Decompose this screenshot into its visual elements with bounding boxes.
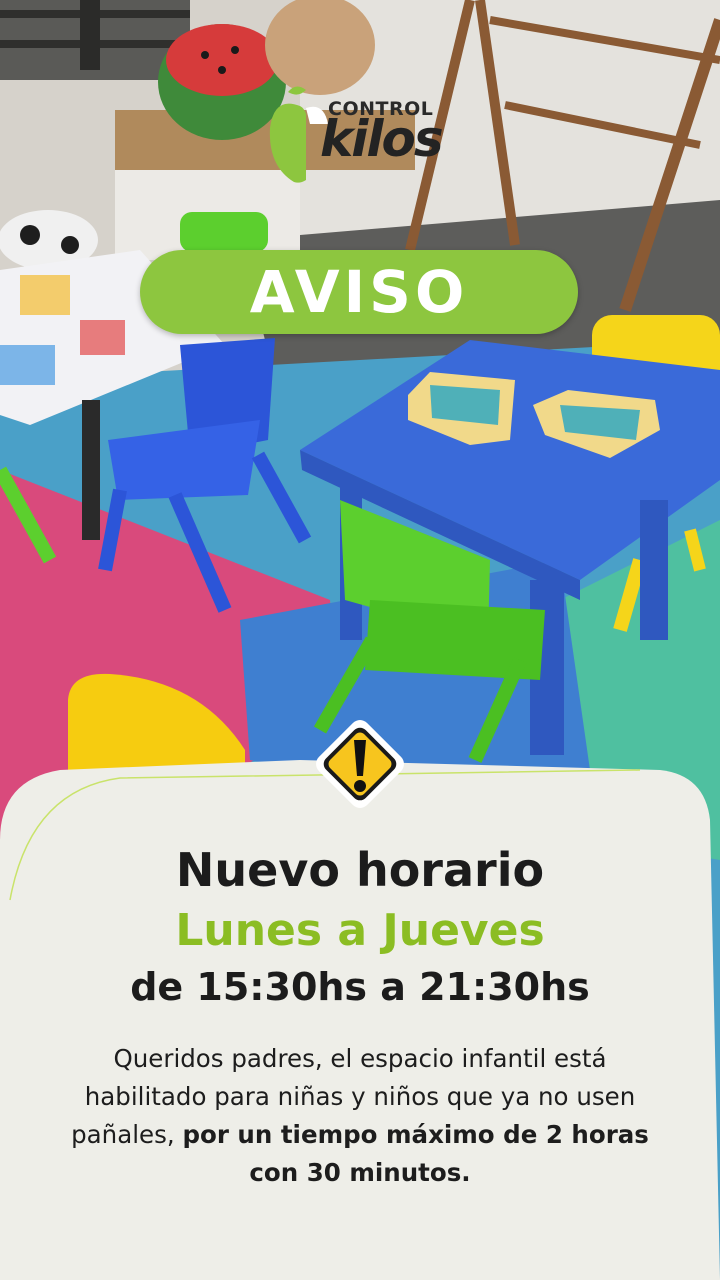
warning-sign-icon	[316, 720, 404, 808]
brand-logo: CONTROL kilos	[266, 84, 456, 188]
brand-kilos-text: kilos	[320, 110, 444, 168]
aviso-badge: AVISO	[140, 250, 578, 334]
schedule-hours: de 15:30hs a 21:30hs	[130, 965, 590, 1009]
notice-message-bold: por un tiempo máximo de 2 horas con 30 m…	[182, 1120, 649, 1187]
aviso-label: AVISO	[249, 258, 469, 326]
announcement-poster: CONTROL kilos AVISO Nuevo horario Lunes …	[0, 0, 720, 1280]
notice-message: Queridos padres, el espacio infantil est…	[60, 1040, 660, 1192]
schedule-days: Lunes a Jueves	[175, 905, 545, 956]
schedule-title: Nuevo horario	[175, 843, 545, 897]
